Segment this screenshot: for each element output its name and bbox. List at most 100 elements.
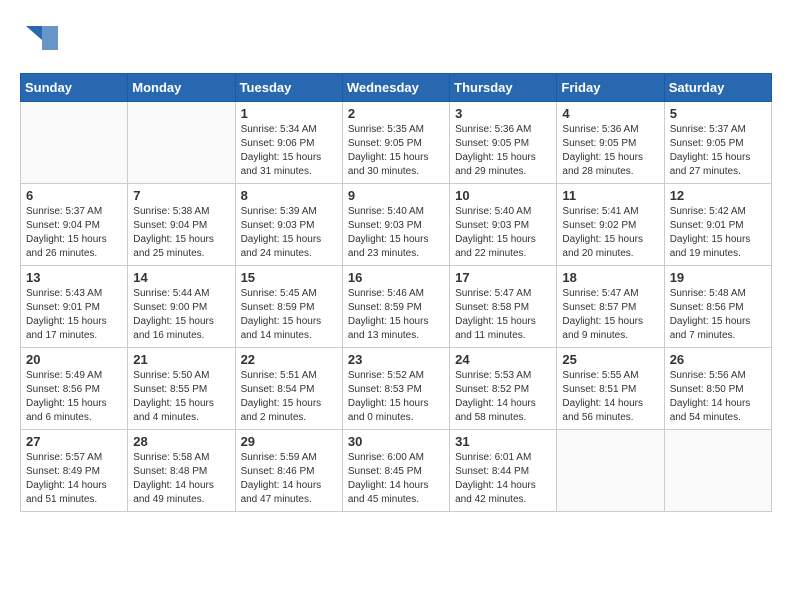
day-number: 22 xyxy=(241,352,337,367)
day-number: 28 xyxy=(133,434,229,449)
day-number: 29 xyxy=(241,434,337,449)
day-number: 2 xyxy=(348,106,444,121)
calendar-cell: 22 Sunrise: 5:51 AMSunset: 8:54 PMDayligh… xyxy=(235,348,342,430)
day-number: 24 xyxy=(455,352,551,367)
calendar-cell: 4 Sunrise: 5:36 AMSunset: 9:05 PMDaylight… xyxy=(557,102,664,184)
calendar-cell: 15 Sunrise: 5:45 AMSunset: 8:59 PMDayligh… xyxy=(235,266,342,348)
cell-content: Sunrise: 5:35 AMSunset: 9:05 PMDaylight:… xyxy=(348,123,444,179)
calendar-cell: 10 Sunrise: 5:40 AMSunset: 9:03 PMDayligh… xyxy=(450,184,557,266)
cell-content: Sunrise: 5:52 AMSunset: 8:53 PMDaylight:… xyxy=(348,369,444,425)
cell-content: Sunrise: 5:46 AMSunset: 8:59 PMDaylight:… xyxy=(348,287,444,343)
cell-content: Sunrise: 5:55 AMSunset: 8:51 PMDaylight:… xyxy=(562,369,658,425)
day-number: 8 xyxy=(241,188,337,203)
day-number: 14 xyxy=(133,270,229,285)
cell-content: Sunrise: 5:43 AMSunset: 9:01 PMDaylight:… xyxy=(26,287,122,343)
day-of-week-header: Monday xyxy=(128,74,235,102)
cell-content: Sunrise: 5:37 AMSunset: 9:04 PMDaylight:… xyxy=(26,205,122,261)
day-of-week-header: Thursday xyxy=(450,74,557,102)
cell-content: Sunrise: 5:49 AMSunset: 8:56 PMDaylight:… xyxy=(26,369,122,425)
calendar-cell: 28 Sunrise: 5:58 AMSunset: 8:48 PMDayligh… xyxy=(128,430,235,512)
cell-content: Sunrise: 5:45 AMSunset: 8:59 PMDaylight:… xyxy=(241,287,337,343)
calendar-cell: 21 Sunrise: 5:50 AMSunset: 8:55 PMDayligh… xyxy=(128,348,235,430)
logo xyxy=(20,20,60,63)
day-number: 16 xyxy=(348,270,444,285)
day-number: 18 xyxy=(562,270,658,285)
calendar-cell: 8 Sunrise: 5:39 AMSunset: 9:03 PMDaylight… xyxy=(235,184,342,266)
calendar-cell: 16 Sunrise: 5:46 AMSunset: 8:59 PMDayligh… xyxy=(342,266,449,348)
cell-content: Sunrise: 5:44 AMSunset: 9:00 PMDaylight:… xyxy=(133,287,229,343)
calendar-cell: 31Sunrise: 6:01 AMSunset: 8:44 PMDayligh… xyxy=(450,430,557,512)
cell-content: Sunrise: 5:34 AMSunset: 9:06 PMDaylight:… xyxy=(241,123,337,179)
cell-content: Sunrise: 5:56 AMSunset: 8:50 PMDaylight:… xyxy=(670,369,766,425)
day-number: 25 xyxy=(562,352,658,367)
day-number: 5 xyxy=(670,106,766,121)
day-number: 10 xyxy=(455,188,551,203)
calendar-cell xyxy=(128,102,235,184)
calendar-cell: 26 Sunrise: 5:56 AMSunset: 8:50 PMDayligh… xyxy=(664,348,771,430)
cell-content: Sunrise: 5:36 AMSunset: 9:05 PMDaylight:… xyxy=(455,123,551,179)
day-number: 4 xyxy=(562,106,658,121)
cell-content: Sunrise: 5:53 AMSunset: 8:52 PMDaylight:… xyxy=(455,369,551,425)
cell-content: Sunrise: 5:42 AMSunset: 9:01 PMDaylight:… xyxy=(670,205,766,261)
calendar-cell: 13 Sunrise: 5:43 AMSunset: 9:01 PMDayligh… xyxy=(21,266,128,348)
calendar-cell: 1Sunrise: 5:34 AMSunset: 9:06 PMDaylight… xyxy=(235,102,342,184)
day-of-week-header: Sunday xyxy=(21,74,128,102)
cell-content: Sunrise: 5:36 AMSunset: 9:05 PMDaylight:… xyxy=(562,123,658,179)
calendar-week-row: 13 Sunrise: 5:43 AMSunset: 9:01 PMDayligh… xyxy=(21,266,772,348)
cell-content: Sunrise: 5:48 AMSunset: 8:56 PMDaylight:… xyxy=(670,287,766,343)
calendar-cell: 24 Sunrise: 5:53 AMSunset: 8:52 PMDayligh… xyxy=(450,348,557,430)
calendar-week-row: 1Sunrise: 5:34 AMSunset: 9:06 PMDaylight… xyxy=(21,102,772,184)
page-header xyxy=(20,20,772,63)
logo-icon xyxy=(20,20,58,58)
calendar-cell: 25 Sunrise: 5:55 AMSunset: 8:51 PMDayligh… xyxy=(557,348,664,430)
day-number: 7 xyxy=(133,188,229,203)
cell-content: Sunrise: 5:51 AMSunset: 8:54 PMDaylight:… xyxy=(241,369,337,425)
day-number: 6 xyxy=(26,188,122,203)
cell-content: Sunrise: 5:41 AMSunset: 9:02 PMDaylight:… xyxy=(562,205,658,261)
day-number: 3 xyxy=(455,106,551,121)
day-number: 12 xyxy=(670,188,766,203)
calendar-cell: 17 Sunrise: 5:47 AMSunset: 8:58 PMDayligh… xyxy=(450,266,557,348)
day-number: 13 xyxy=(26,270,122,285)
calendar-cell: 6 Sunrise: 5:37 AMSunset: 9:04 PMDaylight… xyxy=(21,184,128,266)
calendar-cell xyxy=(664,430,771,512)
cell-content: Sunrise: 5:38 AMSunset: 9:04 PMDaylight:… xyxy=(133,205,229,261)
cell-content: Sunrise: 5:40 AMSunset: 9:03 PMDaylight:… xyxy=(348,205,444,261)
day-number: 21 xyxy=(133,352,229,367)
calendar-week-row: 6 Sunrise: 5:37 AMSunset: 9:04 PMDaylight… xyxy=(21,184,772,266)
cell-content: Sunrise: 5:50 AMSunset: 8:55 PMDaylight:… xyxy=(133,369,229,425)
calendar-cell: 11Sunrise: 5:41 AMSunset: 9:02 PMDayligh… xyxy=(557,184,664,266)
day-of-week-header: Tuesday xyxy=(235,74,342,102)
day-number: 15 xyxy=(241,270,337,285)
calendar-cell: 12 Sunrise: 5:42 AMSunset: 9:01 PMDayligh… xyxy=(664,184,771,266)
day-number: 26 xyxy=(670,352,766,367)
cell-content: Sunrise: 5:47 AMSunset: 8:58 PMDaylight:… xyxy=(455,287,551,343)
calendar-cell: 19 Sunrise: 5:48 AMSunset: 8:56 PMDayligh… xyxy=(664,266,771,348)
day-number: 19 xyxy=(670,270,766,285)
cell-content: Sunrise: 5:40 AMSunset: 9:03 PMDaylight:… xyxy=(455,205,551,261)
cell-content: Sunrise: 5:47 AMSunset: 8:57 PMDaylight:… xyxy=(562,287,658,343)
cell-content: Sunrise: 6:01 AMSunset: 8:44 PMDaylight:… xyxy=(455,451,551,507)
calendar-cell: 23 Sunrise: 5:52 AMSunset: 8:53 PMDayligh… xyxy=(342,348,449,430)
calendar-cell: 27 Sunrise: 5:57 AMSunset: 8:49 PMDayligh… xyxy=(21,430,128,512)
calendar-cell: 3 Sunrise: 5:36 AMSunset: 9:05 PMDaylight… xyxy=(450,102,557,184)
cell-content: Sunrise: 6:00 AMSunset: 8:45 PMDaylight:… xyxy=(348,451,444,507)
calendar-table: SundayMondayTuesdayWednesdayThursdayFrid… xyxy=(20,73,772,512)
calendar-cell xyxy=(21,102,128,184)
cell-content: Sunrise: 5:37 AMSunset: 9:05 PMDaylight:… xyxy=(670,123,766,179)
day-number: 23 xyxy=(348,352,444,367)
day-of-week-header: Wednesday xyxy=(342,74,449,102)
calendar-cell: 20 Sunrise: 5:49 AMSunset: 8:56 PMDayligh… xyxy=(21,348,128,430)
day-number: 17 xyxy=(455,270,551,285)
calendar-header-row: SundayMondayTuesdayWednesdayThursdayFrid… xyxy=(21,74,772,102)
calendar-week-row: 27 Sunrise: 5:57 AMSunset: 8:49 PMDayligh… xyxy=(21,430,772,512)
day-number: 30 xyxy=(348,434,444,449)
calendar-week-row: 20 Sunrise: 5:49 AMSunset: 8:56 PMDayligh… xyxy=(21,348,772,430)
day-number: 20 xyxy=(26,352,122,367)
cell-content: Sunrise: 5:39 AMSunset: 9:03 PMDaylight:… xyxy=(241,205,337,261)
day-number: 27 xyxy=(26,434,122,449)
cell-content: Sunrise: 5:58 AMSunset: 8:48 PMDaylight:… xyxy=(133,451,229,507)
cell-content: Sunrise: 5:59 AMSunset: 8:46 PMDaylight:… xyxy=(241,451,337,507)
calendar-cell xyxy=(557,430,664,512)
cell-content: Sunrise: 5:57 AMSunset: 8:49 PMDaylight:… xyxy=(26,451,122,507)
